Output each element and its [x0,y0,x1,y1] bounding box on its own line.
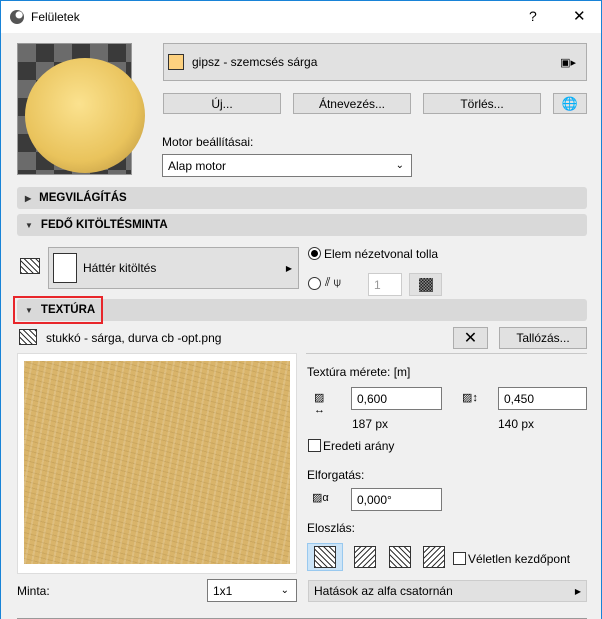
expand-icon: ▶ [25,193,32,203]
section-lighting[interactable]: ▶ MEGVILÁGÍTÁS [17,187,587,209]
arrow-right-icon: ▶ [285,263,292,273]
material-name: gipsz - szemcsés sárga [192,55,318,69]
keep-ratio-checkbox[interactable] [308,439,321,452]
width-icon: ▨ ↔ [314,392,325,416]
divider [306,353,587,354]
title-bar: Felületek ? ✕ [1,1,601,33]
random-origin-label: Véletlen kezdőpont [468,552,571,566]
collapse-icon: ▼ [25,220,33,230]
close-button[interactable]: ✕ [573,7,586,25]
diagonal-pattern-icon [389,546,411,568]
section-cover-fill[interactable]: ▼ FEDŐ KITÖLTÉSMINTA [17,214,587,236]
herringbone-pattern-icon [354,546,376,568]
keep-ratio-label: Eredeti arány [323,439,395,453]
browse-button[interactable]: Tallózás... [499,327,587,349]
engine-label: Motor beállításai: [162,135,254,149]
engine-value: Alap motor [168,158,227,173]
arrow-right-icon: ▶ [574,586,581,596]
engine-select[interactable]: Alap motor ⌄ [162,154,412,177]
highlight-box [13,296,103,324]
texture-size-label: Textúra mérete: [m] [307,365,411,379]
fill-selector[interactable]: Háttér kitöltés ▶ [48,247,299,289]
delete-button[interactable]: Törlés... [423,93,541,114]
height-px: 140 px [498,417,535,431]
diamond-pattern-icon [423,546,445,568]
texture-height-input[interactable]: 0,450 [498,387,587,410]
fill-label: Háttér kitöltés [83,261,157,275]
rename-button[interactable]: Átnevezés... [293,93,411,114]
material-color-swatch [168,54,184,70]
window-title: Felületek [31,10,80,24]
distribution-diamond-button[interactable] [419,543,449,571]
alpha-channel-effects[interactable]: Hatások az alfa csatornán ▶ [308,580,587,602]
grid-pattern-icon [314,546,336,568]
new-button[interactable]: Új... [163,93,281,114]
distribution-label: Eloszlás: [307,521,356,535]
height-icon: ▨↕ [462,392,478,404]
pattern-icon [418,277,433,292]
globe-icon[interactable]: 🌐 [553,93,587,114]
chevron-down-icon: ⌄ [395,160,404,171]
texture-file-icon [19,329,37,345]
distribution-herringbone-button[interactable] [350,543,380,571]
radio-element-pen[interactable] [308,247,321,260]
fill-swatch [53,253,77,283]
alpha-label: Hatások az alfa csatornán [314,584,453,598]
fill-icon [20,258,40,274]
radio-element-pen-label: Elem nézetvonal tolla [324,247,439,261]
texture-file-name: stukkó - sárga, durva cb -opt.png [46,331,222,345]
remove-texture-button[interactable]: ✕ [453,327,488,349]
close-icon: ✕ [463,330,478,347]
app-logo-icon [10,10,24,24]
rotation-label: Elforgatás: [307,468,365,482]
pen-icon: ⫽ ⍦ [325,275,341,289]
pattern-select[interactable]: 1x1 ⌄ [207,579,297,602]
rotation-input[interactable]: 0,000° [351,488,442,511]
section-title: FEDŐ KITÖLTÉSMINTA [40,219,168,231]
surfaces-dialog: Felületek ? ✕ gipsz - szemcsés sárga ▣▸ … [0,0,602,619]
material-preview [17,43,145,175]
radio-custom-pen[interactable] [308,277,321,290]
distribution-grid-button[interactable] [307,543,343,571]
random-origin-checkbox[interactable] [453,552,466,565]
help-button[interactable]: ? [529,8,537,24]
pen-pattern-button[interactable] [409,273,442,296]
pattern-label: Minta: [17,584,50,598]
pen-number-input[interactable]: 1 [368,273,402,296]
width-px: 187 px [352,417,389,431]
distribution-diagonal-button[interactable] [385,543,415,571]
rotation-icon: ▨α [312,492,329,504]
texture-width-input[interactable]: 0,600 [351,387,442,410]
chevron-down-icon: ⌄ [280,585,289,596]
material-selector[interactable]: gipsz - szemcsés sárga ▣▸ [163,43,587,81]
section-title: MEGVILÁGÍTÁS [39,192,127,204]
texture-preview [17,353,297,574]
image-icon: ▣▸ [560,56,576,69]
pattern-value: 1x1 [213,583,233,598]
